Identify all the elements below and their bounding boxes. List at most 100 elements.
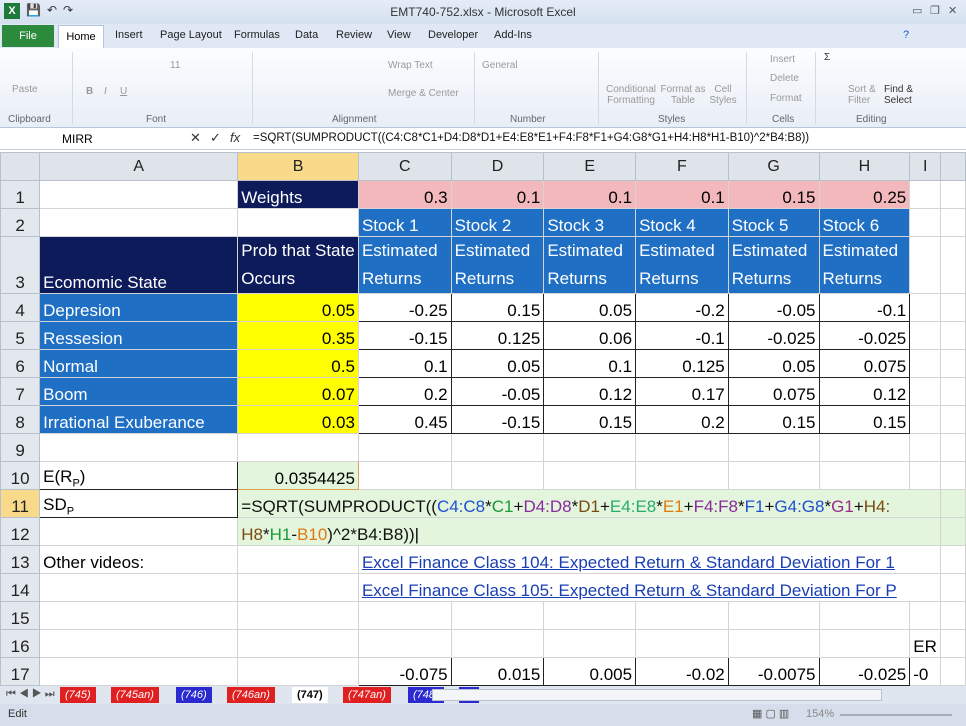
cell-A7[interactable]: Boom: [39, 377, 239, 406]
cell-D7[interactable]: -0.05: [450, 377, 545, 406]
row-header-4[interactable]: 4: [0, 293, 41, 322]
sheet-tab[interactable]: (746): [176, 687, 212, 703]
cell-x154[interactable]: [543, 601, 637, 630]
sheet-tab[interactable]: (747an): [343, 687, 391, 703]
zoom-level[interactable]: 154%: [806, 708, 834, 720]
cell-A14[interactable]: [39, 573, 239, 602]
cell-B4[interactable]: 0.05: [237, 293, 359, 322]
cell-x97[interactable]: [818, 433, 911, 462]
sheet-nav-icon[interactable]: ⏮ ◀ ▶ ⏭: [6, 688, 55, 701]
cell-x102[interactable]: [543, 461, 637, 490]
find-select-button[interactable]: Find & Select: [884, 84, 920, 106]
tab-data[interactable]: Data: [295, 29, 318, 41]
cell-E4[interactable]: 0.05: [543, 293, 637, 322]
cell-F1[interactable]: 0.1: [635, 180, 729, 209]
cell-I6[interactable]: [909, 349, 942, 378]
cell-A8[interactable]: Irrational Exuberance: [39, 405, 239, 434]
cell-B3[interactable]: Prob that State Occurs: [237, 236, 359, 294]
cell-E8[interactable]: 0.15: [543, 405, 637, 434]
column-header-e[interactable]: E: [543, 152, 637, 181]
cell-x96[interactable]: [727, 433, 820, 462]
cell-G6[interactable]: 0.05: [727, 349, 820, 378]
cell-D17[interactable]: 0.015: [450, 657, 545, 686]
cell-F5[interactable]: -0.1: [635, 321, 729, 350]
underline-button[interactable]: U: [120, 86, 127, 97]
cell-I17[interactable]: -0: [909, 657, 942, 686]
cell-I5[interactable]: [909, 321, 942, 350]
link-finance-class-105[interactable]: Excel Finance Class 105: Expected Return…: [357, 573, 942, 602]
enter-icon[interactable]: ✓: [210, 130, 221, 146]
column-header-i[interactable]: I: [909, 152, 942, 181]
cell-E7[interactable]: 0.12: [543, 377, 637, 406]
row-header-6[interactable]: 6: [0, 349, 41, 378]
cell-x165[interactable]: [635, 629, 729, 658]
cell-x104[interactable]: [727, 461, 820, 490]
cell-G17[interactable]: -0.0075: [727, 657, 820, 686]
cell-I4[interactable]: [909, 293, 942, 322]
cell-B13[interactable]: [237, 545, 359, 574]
sheet-tab[interactable]: (746an): [227, 687, 275, 703]
cell-styles-button[interactable]: Cell Styles: [706, 84, 740, 106]
row-header-15[interactable]: 15: [0, 601, 41, 630]
cell-I16[interactable]: ER: [909, 629, 942, 658]
cell-G4[interactable]: -0.05: [727, 293, 820, 322]
row-header-14[interactable]: 14: [0, 573, 41, 602]
autosum-icon[interactable]: Σ: [824, 52, 830, 63]
row-header-7[interactable]: 7: [0, 377, 41, 406]
cell-A5[interactable]: Ressesion: [39, 321, 239, 350]
cell-H1[interactable]: 0.25: [818, 180, 911, 209]
cell-edit-formula[interactable]: =SQRT(SUMPRODUCT((C4:C8*C1+D4:D8*D1+E4:E…: [237, 489, 942, 518]
tab-view[interactable]: View: [387, 29, 411, 41]
cell-A13[interactable]: Other videos:: [39, 545, 239, 574]
cell-J7[interactable]: [940, 377, 966, 406]
cell-x91[interactable]: [237, 433, 359, 462]
cell-A10[interactable]: E(RP): [39, 461, 239, 490]
cell-J1[interactable]: [940, 180, 966, 209]
column-header-c[interactable]: C: [357, 152, 452, 181]
cell-D5[interactable]: 0.125: [450, 321, 545, 350]
cell-C2[interactable]: Stock 1: [357, 208, 452, 237]
column-header-h[interactable]: H: [818, 152, 911, 181]
row-header-1[interactable]: 1: [0, 180, 41, 209]
minimize-icon[interactable]: ▭: [912, 4, 922, 17]
cell-x166[interactable]: [727, 629, 820, 658]
cell-E1[interactable]: 0.1: [543, 180, 637, 209]
cell-H2[interactable]: Stock 6: [818, 208, 911, 237]
cell-x162[interactable]: [357, 629, 452, 658]
insert-function-icon[interactable]: fx: [230, 130, 240, 145]
row-header-2[interactable]: 2: [0, 208, 41, 237]
cell-H5[interactable]: -0.025: [818, 321, 911, 350]
cell-A6[interactable]: Normal: [39, 349, 239, 378]
cell-x151[interactable]: [237, 601, 359, 630]
row-header-3[interactable]: 3: [0, 236, 41, 294]
cell-D4[interactable]: 0.15: [450, 293, 545, 322]
bold-button[interactable]: B: [86, 86, 93, 97]
cell-x105[interactable]: [818, 461, 911, 490]
cell-A1[interactable]: [39, 180, 239, 209]
cell-D2[interactable]: Stock 2: [450, 208, 545, 237]
italic-button[interactable]: I: [104, 86, 107, 97]
cell-J16[interactable]: [940, 629, 966, 658]
cell-J12[interactable]: [940, 517, 966, 546]
cell-x163[interactable]: [450, 629, 545, 658]
cell-J8[interactable]: [940, 405, 966, 434]
cell-x158[interactable]: [909, 601, 942, 630]
cell-A17[interactable]: [39, 657, 239, 686]
row-header-17[interactable]: 17: [0, 657, 41, 686]
sheet-tab[interactable]: (745): [60, 687, 96, 703]
close-icon[interactable]: ✕: [948, 4, 957, 17]
cell-J6[interactable]: [940, 349, 966, 378]
spreadsheet-grid[interactable]: A B C D E F G H I 1 Weights 0.3 0.1 0.1 0.1 0.15 0.25 2 St…: [0, 152, 966, 686]
cell-J13[interactable]: [940, 545, 966, 574]
format-as-table-button[interactable]: Format as Table: [660, 84, 706, 106]
merge-center-button[interactable]: Merge & Center: [388, 88, 459, 99]
cell-x155[interactable]: [635, 601, 729, 630]
cell-C5[interactable]: -0.15: [357, 321, 452, 350]
tab-add-ins[interactable]: Add-Ins: [494, 29, 532, 41]
cell-J11[interactable]: [940, 489, 966, 518]
cell-x93[interactable]: [450, 433, 545, 462]
cell-F2[interactable]: Stock 4: [635, 208, 729, 237]
cell-F7[interactable]: 0.17: [635, 377, 729, 406]
cell-B5[interactable]: 0.35: [237, 321, 359, 350]
cell-I1[interactable]: [909, 180, 942, 209]
